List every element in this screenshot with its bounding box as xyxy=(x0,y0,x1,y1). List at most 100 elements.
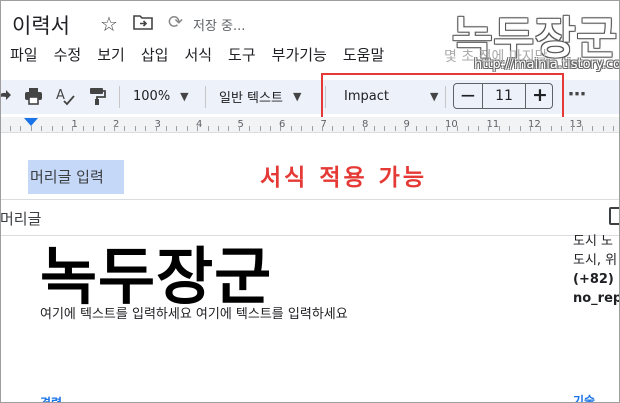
ruler-tick xyxy=(342,126,344,131)
section-heading-skills[interactable]: 기술 xyxy=(573,392,595,403)
ruler-tick xyxy=(228,126,230,131)
zoom-select[interactable]: 100% ▼ xyxy=(133,80,189,112)
last-edit-link[interactable]: 몇 초 전에 마지막 xyxy=(444,46,548,66)
svg-text:A: A xyxy=(56,88,65,103)
ruler-tick xyxy=(322,126,323,131)
ruler-tick xyxy=(124,126,126,131)
menu-format[interactable]: 서식 xyxy=(184,44,212,68)
ruler-tick xyxy=(467,126,469,131)
contact-line: 도시 노 xyxy=(573,234,614,249)
ruler-tick xyxy=(41,126,43,131)
document-title[interactable]: 이력서 xyxy=(12,10,70,40)
header-text[interactable]: 머리글 입력 xyxy=(28,160,124,194)
paragraph-style-select[interactable]: 일반 텍스트 ▼ xyxy=(219,80,301,112)
ruler-tick xyxy=(394,126,396,131)
ruler-tick xyxy=(332,126,334,131)
ruler-tick xyxy=(197,126,199,131)
ruler-tick xyxy=(353,126,355,131)
toolbar-divider xyxy=(119,86,120,108)
ruler-tick xyxy=(280,126,282,131)
indent-marker[interactable] xyxy=(24,118,38,126)
ruler-tick xyxy=(259,126,261,131)
ruler-tick xyxy=(10,126,11,131)
ruler-tick xyxy=(155,126,157,131)
star-icon[interactable]: ☆ xyxy=(100,12,118,36)
ruler-tick xyxy=(72,126,74,131)
move-to-folder-icon[interactable] xyxy=(133,14,153,30)
paragraph-style-value: 일반 텍스트 xyxy=(219,90,283,106)
sync-icon: ⟳ xyxy=(168,12,184,33)
ruler-tick xyxy=(20,126,22,131)
ruler-tick xyxy=(374,126,375,131)
ruler-tick xyxy=(290,126,292,131)
ruler-tick xyxy=(93,126,95,131)
ruler-tick xyxy=(249,126,251,131)
ruler-tick xyxy=(561,126,563,131)
contact-phone: (+82) 00 xyxy=(573,272,620,287)
ruler-tick xyxy=(540,126,542,131)
toolbar-divider xyxy=(205,86,206,108)
ruler-tick xyxy=(51,126,53,131)
ruler-tick xyxy=(186,126,188,131)
ruler-tick xyxy=(270,126,271,131)
highlight-annotation xyxy=(321,73,564,120)
spellcheck-icon[interactable]: A xyxy=(55,86,75,106)
intro-text[interactable]: 여기에 텍스트를 입력하세요 여기에 텍스트를 입력하세요 xyxy=(40,303,348,322)
zoom-value: 100% xyxy=(133,88,171,104)
ruler-tick xyxy=(530,126,531,131)
format-note: 서식 적용 가능 xyxy=(260,165,427,191)
ruler-tick xyxy=(82,126,84,131)
menu-insert[interactable]: 삽입 xyxy=(141,44,169,68)
ruler-tick xyxy=(457,126,459,131)
different-first-page-checkbox[interactable] xyxy=(609,207,620,225)
ruler-tick xyxy=(405,126,407,131)
ruler-tick xyxy=(103,126,105,131)
save-status: 저장 중... xyxy=(193,19,246,34)
chevron-down-icon: ▼ xyxy=(292,89,302,103)
header-label: 머리글 xyxy=(0,210,42,228)
ruler-tick xyxy=(62,126,63,131)
ruler-tick xyxy=(415,126,417,131)
redo-icon[interactable] xyxy=(0,88,12,104)
ruler-tick xyxy=(550,126,552,131)
ruler-tick xyxy=(301,126,303,131)
ruler-tick xyxy=(176,126,178,131)
menu-bar: 파일 수정 보기 삽입 서식 도구 부가기능 도움말 xyxy=(10,44,400,68)
menu-edit[interactable]: 수정 xyxy=(54,44,82,68)
ruler-tick xyxy=(238,126,240,131)
ruler-tick xyxy=(145,126,147,131)
ruler-tick xyxy=(436,126,438,131)
ruler-tick xyxy=(134,126,136,131)
menu-help[interactable]: 도움말 xyxy=(343,44,384,68)
ruler-tick xyxy=(498,126,500,131)
ruler-tick xyxy=(311,126,313,131)
ruler-tick xyxy=(602,126,604,131)
chevron-down-icon: ▼ xyxy=(180,89,189,103)
menu-tools[interactable]: 도구 xyxy=(228,44,256,68)
more-options-icon[interactable]: ⋯ xyxy=(568,84,586,105)
print-icon[interactable] xyxy=(24,87,43,105)
ruler-tick xyxy=(114,126,115,131)
paint-format-icon[interactable] xyxy=(88,86,106,106)
ruler-tick xyxy=(509,126,511,131)
ruler-tick xyxy=(207,126,209,131)
ruler-tick xyxy=(30,126,32,131)
ruler-tick xyxy=(571,126,573,131)
ruler-tick xyxy=(613,126,615,131)
menu-file[interactable]: 파일 xyxy=(10,44,38,68)
contact-line: 도시, 위 xyxy=(573,253,618,268)
ruler-tick xyxy=(384,126,386,131)
section-heading-experience[interactable]: 경력 xyxy=(40,394,62,403)
ruler-tick xyxy=(218,126,219,131)
contact-email: no_rep xyxy=(573,291,620,306)
ruler-tick xyxy=(478,126,479,131)
menu-view[interactable]: 보기 xyxy=(97,44,125,68)
ruler-tick xyxy=(582,126,583,131)
ruler-tick xyxy=(519,126,521,131)
ruler-tick xyxy=(446,126,448,131)
contact-block[interactable]: 도시 노 도시, 위 (+82) 00 no_rep xyxy=(573,232,620,308)
menu-addons[interactable]: 부가기능 xyxy=(272,44,327,68)
ruler-tick xyxy=(426,126,427,131)
ruler-tick xyxy=(363,126,365,131)
ruler-tick xyxy=(488,126,490,131)
